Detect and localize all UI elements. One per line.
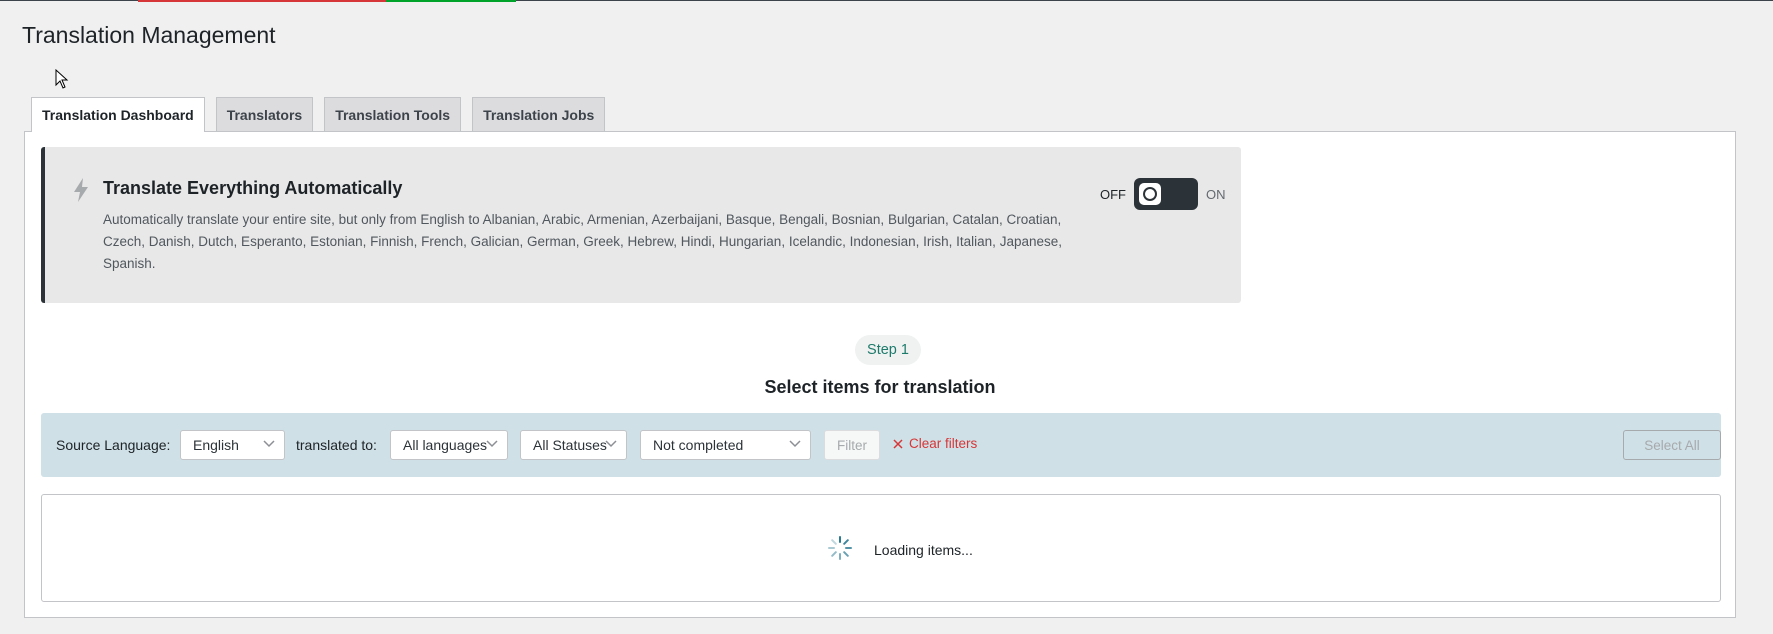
bolt-icon xyxy=(74,178,88,202)
progress-red-segment xyxy=(138,0,386,2)
tab-translation-tools[interactable]: Translation Tools xyxy=(324,97,462,131)
items-list: Loading items... xyxy=(41,494,1721,602)
toggle-knob xyxy=(1139,183,1161,205)
chevron-down-icon xyxy=(789,440,801,448)
auto-translate-box: Translate Everything Automatically Autom… xyxy=(41,147,1241,303)
clear-filters-label: Clear filters xyxy=(909,436,978,451)
filter-button[interactable]: Filter xyxy=(824,430,880,460)
translated-to-label: translated to: xyxy=(296,437,377,453)
progress-green-segment xyxy=(386,0,516,2)
filter-bar: Source Language: English translated to: … xyxy=(41,413,1721,477)
clear-filters-link[interactable]: Clear filters xyxy=(893,436,977,451)
status-value: All Statuses xyxy=(533,437,607,453)
auto-translate-title: Translate Everything Automatically xyxy=(103,178,403,198)
source-language-label: Source Language: xyxy=(56,437,171,453)
target-language-value: All languages xyxy=(403,437,488,453)
tab-translators[interactable]: Translators xyxy=(215,97,314,131)
dashboard-panel: Translate Everything Automatically Autom… xyxy=(24,131,1736,618)
completion-value: Not completed xyxy=(653,437,744,453)
chevron-down-icon xyxy=(263,440,275,448)
chevron-down-icon xyxy=(605,440,617,448)
tab-translation-dashboard[interactable]: Translation Dashboard xyxy=(31,97,205,132)
auto-translate-toggle[interactable] xyxy=(1134,178,1198,210)
step-badge: Step 1 xyxy=(855,335,921,365)
page-title: Translation Management xyxy=(22,22,276,48)
target-language-select[interactable]: All languages xyxy=(390,430,508,460)
auto-translate-description: Automatically translate your entire site… xyxy=(103,212,1062,271)
completion-select[interactable]: Not completed xyxy=(640,430,811,460)
toggle-on-label: ON xyxy=(1206,186,1226,202)
auto-translate-toggle-group: OFF ON xyxy=(1100,178,1226,210)
mouse-cursor-icon xyxy=(55,69,69,89)
loading-spinner-icon xyxy=(828,536,852,560)
tab-bar: Translation Dashboard Translators Transl… xyxy=(31,97,606,132)
toggle-off-label: OFF xyxy=(1100,186,1126,202)
tab-translation-jobs[interactable]: Translation Jobs xyxy=(472,97,606,131)
chevron-down-icon xyxy=(486,440,498,448)
source-language-value: English xyxy=(193,437,239,453)
source-language-select[interactable]: English xyxy=(180,430,285,460)
admin-top-border xyxy=(0,0,1773,2)
close-icon xyxy=(893,438,903,449)
step-heading: Select items for translation xyxy=(764,377,996,397)
status-select[interactable]: All Statuses xyxy=(520,430,627,460)
loading-text: Loading items... xyxy=(874,542,973,558)
select-all-button[interactable]: Select All xyxy=(1623,430,1721,460)
